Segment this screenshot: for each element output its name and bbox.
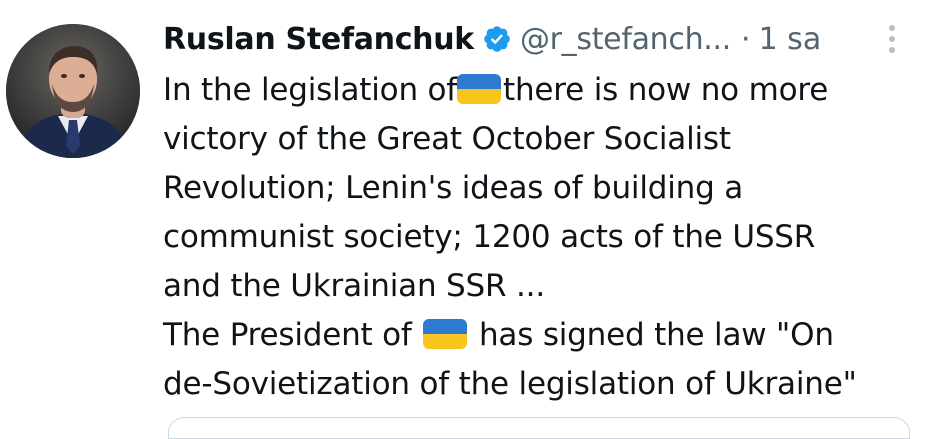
tweet[interactable]: Ruslan Stefanchuk @r_stefanch... · 1 sa … bbox=[0, 0, 944, 439]
embedded-card-edge[interactable] bbox=[168, 417, 910, 439]
text-segment: In the legislation of bbox=[163, 72, 458, 108]
tweet-text: In the legislation of there is now no mor… bbox=[163, 66, 923, 409]
tweet-text-line: The President of has signed the law "On bbox=[163, 311, 923, 360]
vertical-ellipsis-icon[interactable] bbox=[885, 22, 899, 56]
tweet-text-line: communist society; 1200 acts of the USSR bbox=[163, 219, 816, 255]
text-segment: The President of bbox=[163, 317, 412, 353]
ukraine-flag-icon bbox=[423, 319, 468, 349]
tweet-content: Ruslan Stefanchuk @r_stefanch... · 1 sa … bbox=[163, 14, 923, 409]
ukraine-flag-icon bbox=[457, 74, 502, 104]
separator-dot: · bbox=[741, 21, 751, 57]
author-name[interactable]: Ruslan Stefanchuk bbox=[163, 22, 474, 57]
verified-badge-icon bbox=[482, 24, 512, 54]
tweet-text-line: victory of the Great October Socialist bbox=[163, 121, 731, 157]
avatar[interactable] bbox=[6, 24, 140, 158]
tweet-text-line: In the legislation of there is now no mor… bbox=[163, 66, 923, 115]
profile-photo bbox=[6, 24, 140, 158]
author-handle[interactable]: @r_stefanch... bbox=[520, 22, 731, 57]
tweet-text-line: Revolution; Lenin's ideas of building a bbox=[163, 170, 744, 206]
tweet-timestamp[interactable]: 1 sa bbox=[759, 22, 822, 57]
text-segment: has signed the law "On bbox=[478, 317, 834, 353]
text-segment: there is now no more bbox=[503, 72, 829, 108]
tweet-text-line: de-Sovietization of the legislation of U… bbox=[163, 366, 857, 402]
tweet-text-line: and the Ukrainian SSR ... bbox=[163, 268, 545, 304]
tweet-header: Ruslan Stefanchuk @r_stefanch... · 1 sa bbox=[163, 14, 923, 64]
